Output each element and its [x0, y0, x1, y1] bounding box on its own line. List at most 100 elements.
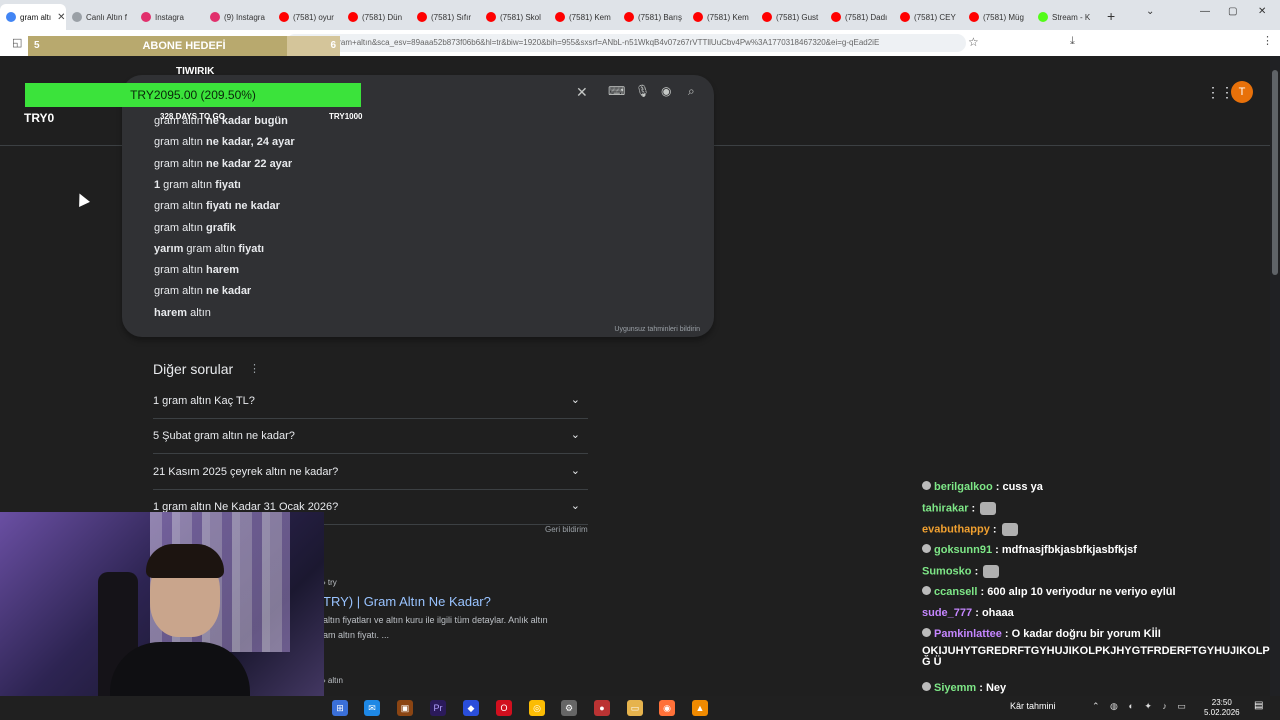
chat-username[interactable]: goksunn91: [934, 544, 992, 556]
address-bar[interactable]: /search?q=gram+altın&sca_esv=89aaa52b873…: [286, 34, 966, 52]
search-suggestion[interactable]: yarım gram altın fiyatı: [154, 243, 264, 255]
tab-favicon-icon: [279, 12, 289, 22]
search-suggestion[interactable]: gram altın grafik: [154, 222, 236, 234]
download-icon[interactable]: ⤓: [1070, 35, 1075, 48]
search-suggestion[interactable]: gram altın ne kadar 22 ayar: [154, 158, 292, 170]
chat-username[interactable]: sude_777: [922, 607, 972, 619]
microphone-icon[interactable]: 🎙: [635, 84, 650, 98]
suggestion-text: fiyatı: [215, 178, 241, 191]
suggestion-text: altın: [187, 306, 211, 319]
chat-username[interactable]: ccansell: [934, 586, 977, 598]
chat-username[interactable]: Siyemm: [934, 682, 976, 694]
obs-icon[interactable]: ●: [594, 700, 610, 716]
chat-username[interactable]: tahirakar: [922, 502, 968, 514]
app-icon-2[interactable]: ◆: [463, 700, 479, 716]
search-suggestion[interactable]: gram altın ne kadar: [154, 285, 251, 297]
search-suggestion[interactable]: 1 gram altın fiyatı: [154, 179, 241, 191]
paa-question[interactable]: 5 Şubat gram altın ne kadar? ⌄: [153, 419, 588, 455]
browser-tab[interactable]: (7581) Dün: [342, 4, 411, 30]
sidebar-icon[interactable]: ◱: [12, 36, 22, 49]
search-suggestion[interactable]: harem altın: [154, 307, 211, 319]
opera-icon[interactable]: O: [496, 700, 512, 716]
maximize-icon[interactable]: ▢: [1228, 6, 1237, 17]
search-icon[interactable]: ⌕: [688, 84, 695, 99]
chat-username[interactable]: Sumosko: [922, 565, 972, 577]
system-tray-icons[interactable]: ⌃ ◍ ◐ ✦ ♪ ▭: [1092, 701, 1190, 712]
avatar[interactable]: T: [1231, 81, 1253, 103]
browser-tab[interactable]: (7581) Müg: [963, 4, 1032, 30]
tab-label: (7581) Skol: [500, 12, 541, 22]
browser-tab[interactable]: (9) Instagra: [204, 4, 273, 30]
chevron-down-icon[interactable]: ⌄: [571, 464, 580, 477]
suggestion-text: fiyatı: [238, 242, 265, 255]
tab-search-icon[interactable]: ⌄: [1146, 6, 1154, 17]
chevron-down-icon[interactable]: ⌄: [571, 393, 580, 406]
bookmark-star-icon[interactable]: ☆: [968, 35, 979, 49]
suggestion-text: gram altın: [183, 242, 239, 255]
chat-username[interactable]: evabuthappy: [922, 523, 990, 535]
clear-icon[interactable]: ✕: [576, 84, 588, 101]
browser-tab[interactable]: (7581) Gust: [756, 4, 825, 30]
chevron-down-icon[interactable]: ⌄: [571, 499, 580, 512]
chevron-down-icon[interactable]: ⌄: [571, 428, 580, 441]
browser-tab[interactable]: (7581) Skol: [480, 4, 549, 30]
feedback-link[interactable]: Geri bildirim: [545, 525, 588, 534]
clock[interactable]: 23:50 5.02.2026: [1204, 698, 1240, 718]
new-tab-icon[interactable]: +: [1107, 8, 1115, 24]
suggestion-text: gram altın: [154, 136, 206, 149]
search-suggestion[interactable]: gram altın harem: [154, 264, 239, 276]
file-explorer-icon[interactable]: ▭: [627, 700, 643, 716]
browser-tab[interactable]: (7581) Dadı: [825, 4, 894, 30]
browser-tab[interactable]: Instagra: [135, 4, 204, 30]
browser-tab[interactable]: (7581) oyur: [273, 4, 342, 30]
chat-message: tahirakar :: [922, 502, 997, 515]
menu-icon[interactable]: ⋮: [1262, 34, 1273, 47]
browser-tab[interactable]: gram altı ✕: [0, 4, 66, 30]
chat-text: O kadar doğru bir yorum KİİI: [1011, 628, 1161, 640]
outlook-icon[interactable]: ✉: [364, 700, 380, 716]
chat-message: OKIJUHYTGREDRFTGYHUJIKOLPKJHYGTFRDERFTGY…: [922, 645, 1270, 657]
weather-widget[interactable]: Kâr tahmini: [1010, 701, 1056, 711]
tab-label: (9) Instagra: [224, 12, 265, 22]
suggestion-text: gram altın: [154, 221, 206, 234]
browser-tab[interactable]: (7581) Kem: [687, 4, 756, 30]
browser-tab[interactable]: (7581) Barış: [618, 4, 687, 30]
vlc-icon[interactable]: ▲: [692, 700, 708, 716]
paa-question[interactable]: 1 gram altın Kaç TL? ⌄: [153, 384, 588, 419]
firefox-icon[interactable]: ◉: [659, 700, 675, 716]
search-suggestion[interactable]: gram altın ne kadar, 24 ayar: [154, 136, 295, 148]
tab-label: (7581) oyur: [293, 12, 334, 22]
browser-tab[interactable]: (7581) Kem: [549, 4, 618, 30]
browser-tab[interactable]: (7581) Sıfır: [411, 4, 480, 30]
more-options-icon[interactable]: ⋮: [249, 362, 260, 375]
app-icon[interactable]: ▣: [397, 700, 413, 716]
report-predictions-link[interactable]: Uygunsuz tahminleri bildirin: [614, 326, 700, 333]
chat-badge-icon: [922, 481, 931, 490]
chat-text: Ğ Ü: [922, 656, 942, 668]
chat-message: ccansell : 600 alıp 10 veriyodur ne veri…: [922, 586, 1176, 598]
browser-tab[interactable]: Stream - K: [1032, 4, 1101, 30]
paa-question[interactable]: 21 Kasım 2025 çeyrek altın ne kadar? ⌄: [153, 455, 588, 490]
result-title-link[interactable]: TRY) | Gram Altın Ne Kadar?: [323, 594, 491, 609]
app-icon-3[interactable]: ⚙: [561, 700, 577, 716]
minimize-icon[interactable]: —: [1200, 6, 1210, 17]
lens-icon[interactable]: ◉: [661, 84, 671, 98]
browser-tab[interactable]: (7581) CEY: [894, 4, 963, 30]
tab-close-icon[interactable]: ✕: [57, 12, 65, 23]
premiere-icon[interactable]: Pr: [430, 700, 446, 716]
notifications-icon[interactable]: ▤: [1254, 700, 1263, 711]
tab-favicon-icon: [624, 12, 634, 22]
stream-chat: berilgalkoo : cuss ya tahirakar : evabuth…: [922, 466, 1280, 710]
scrollbar-thumb[interactable]: [1272, 70, 1278, 275]
chrome-icon[interactable]: ◎: [529, 700, 545, 716]
chat-separator: :: [977, 586, 988, 598]
keyboard-icon[interactable]: ⌨: [608, 84, 625, 98]
tab-favicon-icon: [693, 12, 703, 22]
browser-tab[interactable]: Canlı Altın f: [66, 4, 135, 30]
tab-favicon-icon: [900, 12, 910, 22]
search-suggestion[interactable]: gram altın fiyatı ne kadar: [154, 200, 280, 212]
chat-username[interactable]: Pamkinlattee: [934, 628, 1002, 640]
start-icon[interactable]: ⊞: [332, 700, 348, 716]
close-window-icon[interactable]: ✕: [1258, 6, 1266, 17]
chat-username[interactable]: berilgalkoo: [934, 481, 993, 493]
